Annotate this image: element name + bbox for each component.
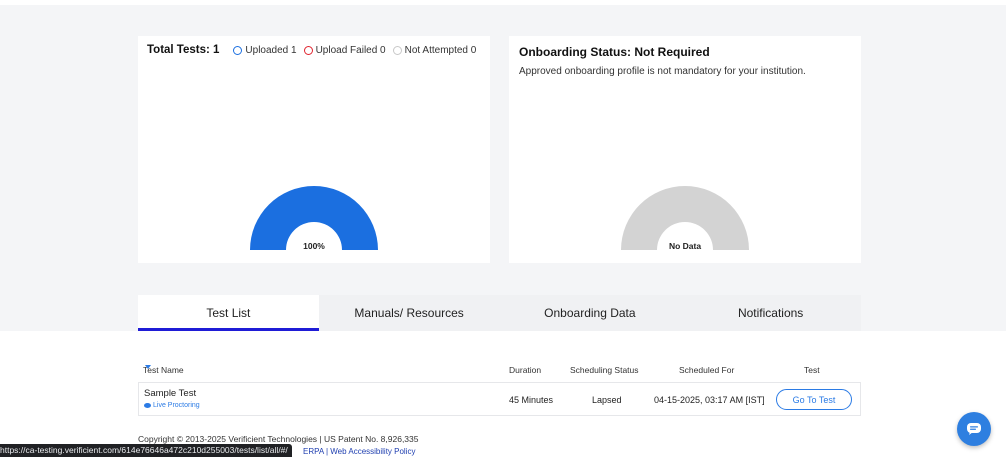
tab-test-list[interactable]: Test List: [138, 295, 319, 331]
proctoring-label: Live Proctoring: [153, 402, 200, 409]
onboarding-status-card: Onboarding Status: Not Required Approved…: [509, 36, 861, 263]
table-row: Sample Test Live Proctoring 45 Minutes L…: [138, 382, 861, 416]
tab-bar: Test List Manuals/ Resources Onboarding …: [138, 295, 861, 331]
test-summary-card: Total Tests: 1 Uploaded 1 Upload Failed …: [138, 36, 490, 263]
legend-not-attempted-label: Not Attempted 0: [404, 44, 477, 56]
proctoring-type: Live Proctoring: [144, 402, 200, 409]
scheduling-status: Lapsed: [592, 395, 622, 405]
tab-onboarding-data[interactable]: Onboarding Data: [499, 295, 681, 331]
test-summary-header: Total Tests: 1 Uploaded 1 Upload Failed …: [147, 44, 483, 56]
upload-gauge-label: 100%: [303, 241, 325, 251]
top-band: [0, 0, 1006, 5]
onboarding-description: Approved onboarding profile is not manda…: [519, 66, 806, 77]
legend-uploaded: Uploaded 1: [233, 44, 297, 56]
upload-gauge: 100%: [250, 186, 378, 255]
caret-down-icon: [145, 365, 151, 369]
tab-notifications[interactable]: Notifications: [680, 295, 861, 331]
header-test: Test: [804, 365, 820, 375]
footer-links[interactable]: ERPA | Web Accessibility Policy: [303, 447, 416, 456]
onboarding-gauge: No Data: [621, 186, 749, 255]
legend-not-attempted: Not Attempted 0: [392, 44, 477, 56]
test-list-panel: Test Name Duration Scheduling Status Sch…: [0, 331, 1006, 457]
scheduled-for: 04-15-2025, 03:17 AM [IST]: [654, 395, 765, 405]
test-name: Sample Test: [144, 388, 197, 399]
tab-manuals-resources[interactable]: Manuals/ Resources: [318, 295, 500, 331]
eye-icon: [144, 403, 151, 408]
table-header: Test Name Duration Scheduling Status Sch…: [138, 365, 861, 379]
upload-failed-ring-icon: [303, 45, 313, 55]
header-scheduling-status: Scheduling Status: [570, 365, 639, 375]
onboarding-gauge-label: No Data: [668, 241, 702, 251]
chat-bubble-icon: [967, 423, 981, 435]
legend-uploaded-label: Uploaded 1: [245, 44, 297, 56]
legend-upload-failed: Upload Failed 0: [303, 44, 386, 56]
legend-upload-failed-label: Upload Failed 0: [315, 44, 386, 56]
header-scheduled-for: Scheduled For: [679, 365, 735, 375]
onboarding-title: Onboarding Status: Not Required: [519, 45, 710, 59]
copyright-text: Copyright © 2013-2025 Verificient Techno…: [138, 434, 419, 444]
total-tests-label: Total Tests: 1: [147, 44, 220, 56]
header-duration: Duration: [509, 365, 542, 375]
chat-button[interactable]: [957, 412, 991, 446]
go-to-test-button[interactable]: Go To Test: [776, 389, 852, 410]
link-status-url: https://ca-testing.verificient.com/614e7…: [0, 444, 292, 457]
uploaded-ring-icon: [233, 45, 243, 55]
test-duration: 45 Minutes: [509, 395, 554, 405]
not-attempted-ring-icon: [392, 45, 402, 55]
